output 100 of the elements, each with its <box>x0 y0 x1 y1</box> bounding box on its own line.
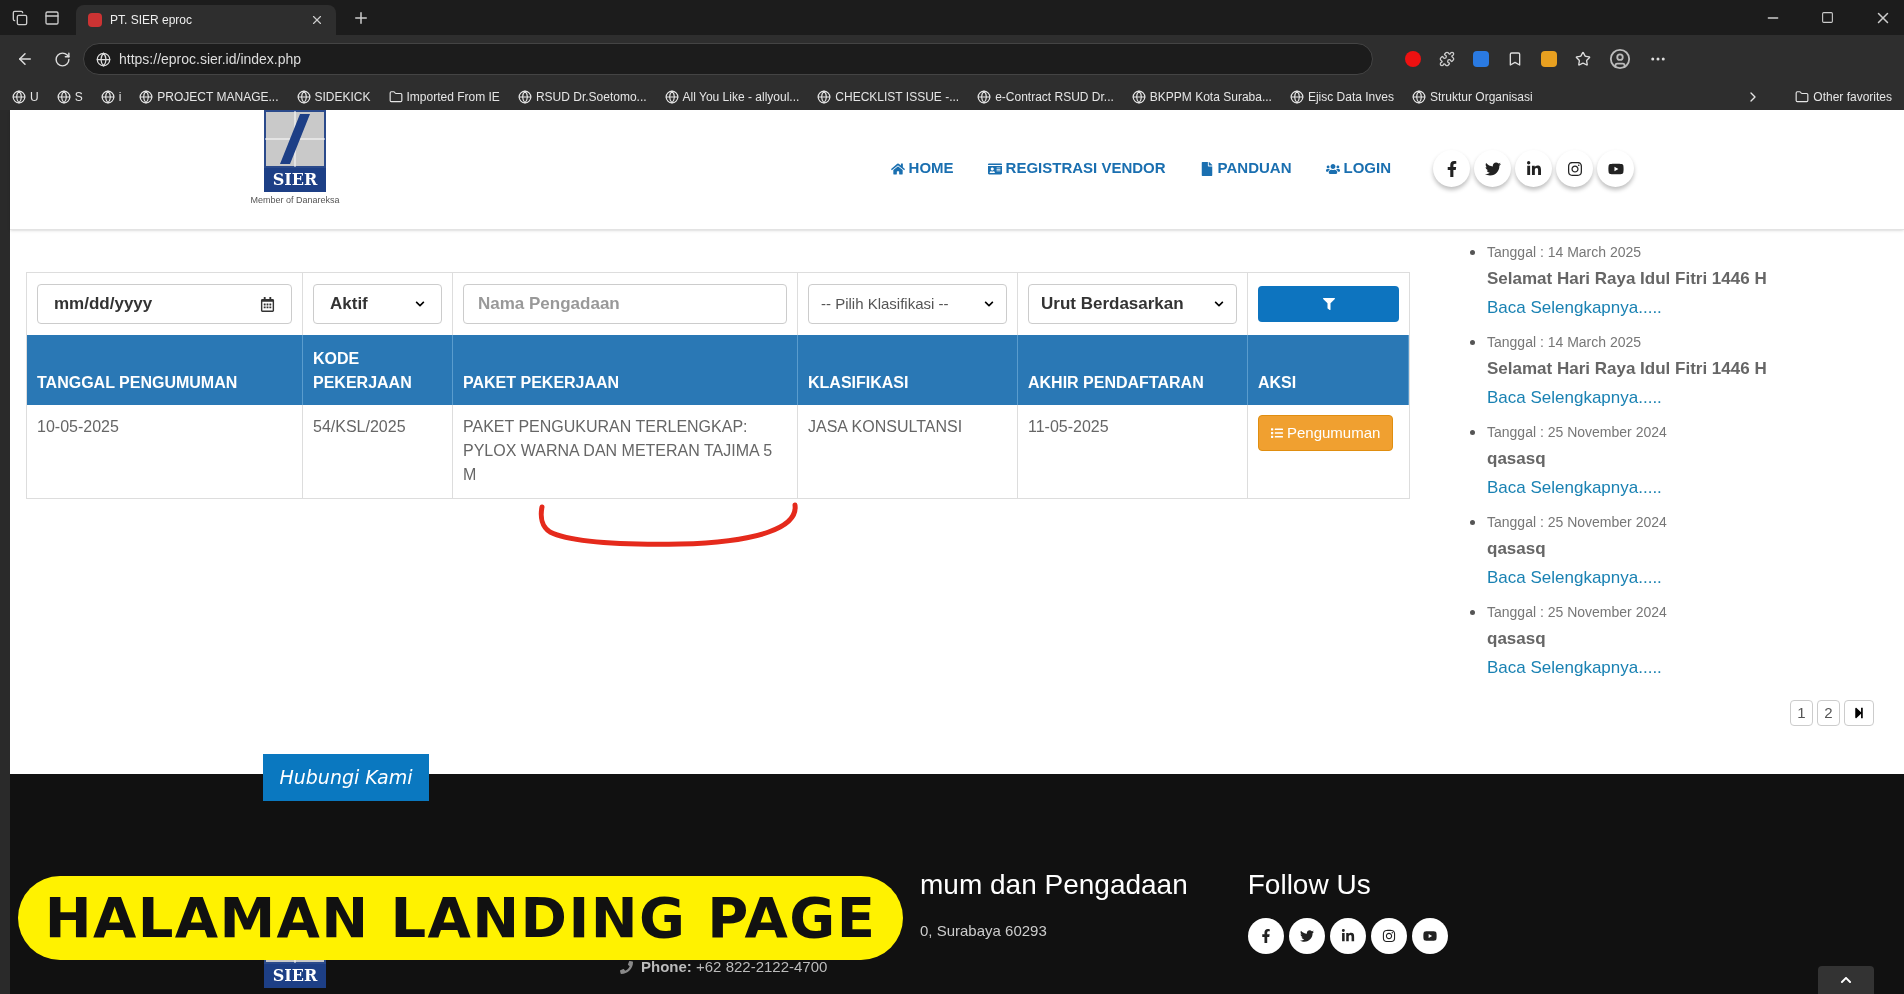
column-header: AKSI <box>1248 335 1409 405</box>
social-button[interactable] <box>1288 918 1325 954</box>
column-header: KLASIFIKASI <box>798 335 1018 405</box>
bookmark-item[interactable]: Imported From IE <box>388 87 500 106</box>
column-header: PAKET PEKERJAAN <box>453 335 798 405</box>
reload-icon[interactable] <box>54 50 71 68</box>
nav-link[interactable]: REGISTRASI VENDOR <box>987 157 1166 180</box>
youtube-icon <box>1422 929 1437 943</box>
table-cell: PAKET PENGUKURAN TERLENGKAP: PYLOX WARNA DAN METERAN TAJIMA 5 M <box>453 405 798 498</box>
follow-title: Follow Us <box>1247 868 1372 902</box>
read-more-link[interactable]: Baca Selengkapnya..... <box>1487 563 1667 592</box>
read-more-link[interactable]: Baca Selengkapnya..... <box>1487 653 1667 682</box>
news-title: qasasq <box>1487 448 1547 470</box>
favorites-icon[interactable] <box>1575 51 1591 67</box>
back-icon[interactable] <box>16 50 34 68</box>
social-button[interactable] <box>1247 918 1284 954</box>
social-button[interactable] <box>1556 150 1593 187</box>
column-header: TANGGAL PENGUMUMAN <box>27 335 303 405</box>
extensions-icon[interactable] <box>1439 51 1455 67</box>
calendar-icon[interactable] <box>260 296 275 312</box>
page-button[interactable]: 2 <box>1817 700 1840 726</box>
extension-icon[interactable] <box>1541 51 1557 67</box>
column-header: KODE PEKERJAAN <box>303 335 453 405</box>
bookmark-item[interactable]: Ejisc Data Inves <box>1289 87 1394 106</box>
browser-tab[interactable]: PT. SIER eproc <box>76 5 336 35</box>
status-select[interactable]: Aktif <box>313 284 442 324</box>
news-title: Selamat Hari Raya Idul Fitri 1446 H <box>1487 358 1767 380</box>
social-button[interactable] <box>1474 150 1511 187</box>
site-info-icon[interactable] <box>96 51 111 67</box>
read-more-link[interactable]: Baca Selengkapnya..... <box>1487 293 1767 322</box>
extension-icon[interactable] <box>1405 51 1421 67</box>
bullet-icon <box>1470 610 1475 615</box>
maximize-icon[interactable] <box>1821 11 1834 24</box>
table-cell: JASA KONSULTANSI <box>798 405 1018 498</box>
news-date: Tanggal : 25 November 2024 <box>1487 423 1667 442</box>
table-cell: 54/KSL/2025 <box>303 405 453 498</box>
bookmark-item[interactable]: All You Like - allyoul... <box>664 87 800 106</box>
dropdown-arrow-icon <box>1214 299 1224 309</box>
bookmark-item[interactable]: S <box>56 87 83 106</box>
bookmark-icon[interactable] <box>1507 51 1523 67</box>
profile-icon[interactable] <box>1609 48 1631 70</box>
site-icon <box>1289 89 1304 104</box>
id-card-icon <box>987 161 1002 176</box>
users-icon <box>1325 161 1340 176</box>
nav-link[interactable]: HOME <box>890 157 954 180</box>
site-icon <box>817 89 832 104</box>
bullet-icon <box>1470 340 1475 345</box>
bookmark-item[interactable]: RSUD Dr.Soetomo... <box>517 87 647 106</box>
instagram-icon <box>1566 160 1583 177</box>
bookmark-item[interactable]: BKPPM Kota Suraba... <box>1131 87 1272 106</box>
social-button[interactable] <box>1515 150 1552 187</box>
bookmark-item[interactable]: Other favorites <box>1795 87 1892 106</box>
news-date: Tanggal : 25 November 2024 <box>1487 513 1667 532</box>
bullet-icon <box>1470 430 1475 435</box>
tab-title: PT. SIER eproc <box>110 12 194 29</box>
social-button[interactable] <box>1597 150 1634 187</box>
date-field[interactable]: mm/dd/yyyy <box>37 284 292 324</box>
bookmark-item[interactable]: e-Contract RSUD Dr... <box>977 87 1114 106</box>
social-button[interactable] <box>1370 918 1407 954</box>
close-icon[interactable] <box>310 13 324 27</box>
tab-actions-icon[interactable] <box>44 9 60 26</box>
social-button[interactable] <box>1329 918 1366 954</box>
bookmark-item[interactable]: Struktur Organisasi <box>1411 87 1533 106</box>
phone-icon <box>620 960 633 974</box>
read-more-link[interactable]: Baca Selengkapnya..... <box>1487 383 1767 412</box>
table-cell: 11-05-2025 <box>1018 405 1248 498</box>
bullet-icon <box>1470 250 1475 255</box>
site-icon <box>12 89 26 104</box>
news-title: qasasq <box>1487 538 1547 560</box>
logo-text: SIER <box>264 964 326 988</box>
phone-text: Phone: +62 822-2122-4700 <box>641 957 828 977</box>
bookmark-item[interactable]: PROJECT MANAGE... <box>139 87 279 106</box>
site-icon <box>1131 89 1146 104</box>
column-header: AKHIR PENDAFTARAN <box>1018 335 1248 405</box>
nav-link[interactable]: LOGIN <box>1325 157 1391 180</box>
site-icon <box>139 89 154 104</box>
news-date: Tanggal : 25 November 2024 <box>1487 603 1667 622</box>
workspaces-icon[interactable] <box>12 9 28 26</box>
last-page-button[interactable] <box>1844 700 1874 726</box>
url-text: https://eproc.sier.id/index.php <box>119 49 302 69</box>
social-button[interactable] <box>1411 918 1448 954</box>
search-field[interactable]: Nama Pengadaan <box>463 284 787 324</box>
site-favicon-icon <box>88 13 102 27</box>
address-bar[interactable]: https://eproc.sier.id/index.php <box>83 43 1373 75</box>
nav-link[interactable]: PANDUAN <box>1199 157 1292 180</box>
social-button[interactable] <box>1433 150 1470 187</box>
site-icon <box>296 89 311 104</box>
site-icon <box>100 89 115 104</box>
home-icon <box>890 161 905 176</box>
site-icon <box>56 89 71 104</box>
sort-select[interactable]: Urut Berdasarkan <box>1028 284 1237 324</box>
bookmark-item[interactable]: CHECKLIST ISSUE -... <box>817 87 960 106</box>
page-button[interactable]: 1 <box>1790 700 1813 726</box>
linkedin-icon <box>1525 160 1542 177</box>
read-more-link[interactable]: Baca Selengkapnya..... <box>1487 473 1667 502</box>
bookmark-item[interactable]: U <box>12 87 39 106</box>
bookmark-item[interactable]: SIDEKICK <box>296 87 371 106</box>
bookmark-item[interactable]: i <box>100 87 122 106</box>
news-date: Tanggal : 14 March 2025 <box>1487 333 1643 352</box>
klasifikasi-select[interactable]: -- Pilih Klasifikasi -- <box>808 284 1007 324</box>
